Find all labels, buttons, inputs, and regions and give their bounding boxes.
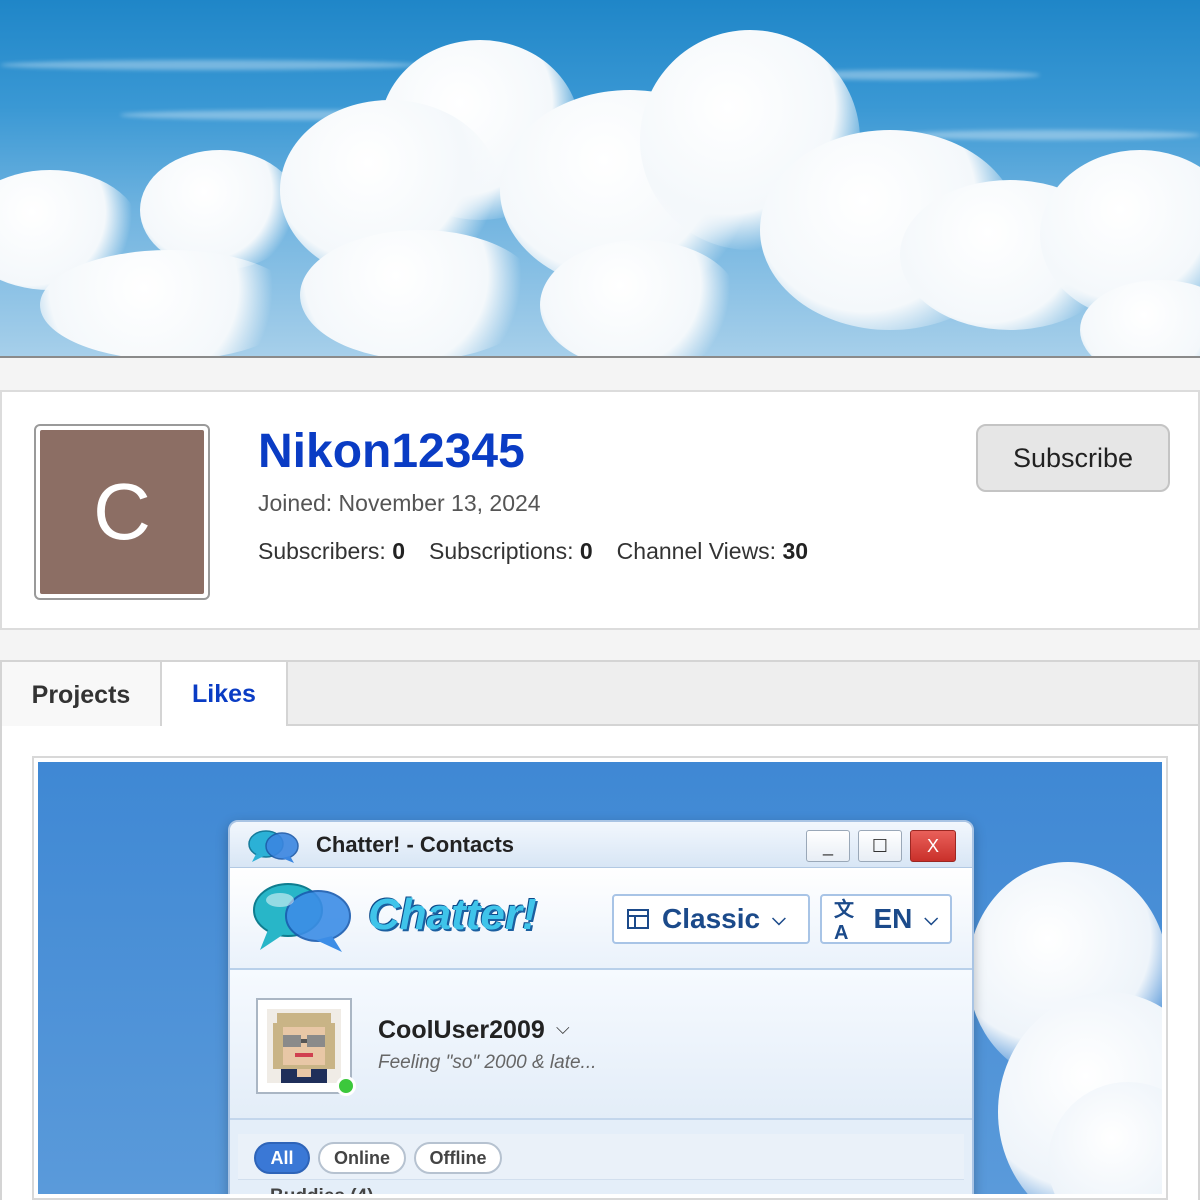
tabs-bar: Projects Likes — [0, 660, 1200, 728]
window-titlebar[interactable]: Chatter! - Contacts _ ☐ X — [230, 822, 972, 868]
contact-filters: All Online Offline — [238, 1134, 964, 1180]
cloud — [540, 240, 740, 356]
buddies-group-label[interactable]: Buddies (4) — [270, 1186, 373, 1194]
project-preview: Chatter! - Contacts _ ☐ X Chatter! Class… — [38, 762, 1162, 1194]
cloud-streak — [0, 60, 420, 70]
user-status-message[interactable]: Feeling "so" 2000 & late... — [378, 1052, 596, 1074]
tab-projects[interactable]: Projects — [2, 662, 162, 728]
user-display-name[interactable]: CoolUser2009 — [378, 1016, 545, 1045]
online-status-dot — [336, 1076, 356, 1096]
joined-date: Joined: November 13, 2024 — [258, 490, 541, 516]
stat-subscribers: Subscribers: 0 — [258, 538, 406, 564]
subscribe-button[interactable]: Subscribe — [976, 424, 1170, 492]
language-dropdown[interactable]: 文A EN ⌵ — [820, 894, 952, 944]
chatter-header: Chatter! Classic ⌵ 文A EN ⌵ — [230, 868, 972, 970]
user-profile-area: CoolUser2009 ⌵ Feeling "so" 2000 & late.… — [230, 970, 972, 1120]
view-mode-label: Classic — [662, 903, 761, 934]
channel-stats: Subscribers: 0 Subscriptions: 0 Channel … — [258, 538, 808, 565]
view-mode-dropdown[interactable]: Classic ⌵ — [612, 894, 810, 944]
channel-username[interactable]: Nikon12345 — [258, 424, 525, 479]
stat-channel-views: Channel Views: 30 — [616, 538, 809, 564]
maximize-button[interactable]: ☐ — [858, 830, 902, 862]
user-avatar-pixel-art — [267, 1009, 341, 1083]
minimize-button[interactable]: _ — [806, 830, 850, 862]
window-title: Chatter! - Contacts — [316, 832, 515, 857]
chevron-down-icon[interactable]: ⌵ — [556, 1018, 570, 1039]
chatter-window: Chatter! - Contacts _ ☐ X Chatter! Class… — [228, 820, 974, 1194]
profile-card: C Nikon12345 Joined: November 13, 2024 S… — [0, 390, 1200, 630]
filter-all[interactable]: All — [254, 1142, 310, 1174]
filter-offline[interactable]: Offline — [414, 1142, 502, 1174]
stat-subscriptions: Subscriptions: 0 — [429, 538, 593, 564]
close-button[interactable]: X — [910, 830, 956, 862]
avatar-frame: C — [34, 424, 210, 600]
language-label: EN — [873, 903, 913, 934]
chevron-down-icon: ⌵ — [772, 908, 786, 929]
project-thumbnail[interactable]: Chatter! - Contacts _ ☐ X Chatter! Class… — [32, 756, 1168, 1200]
chevron-down-icon: ⌵ — [924, 908, 938, 929]
tab-likes[interactable]: Likes — [162, 662, 288, 726]
layout-icon — [627, 909, 649, 929]
channel-banner — [0, 0, 1200, 358]
cloud — [300, 230, 540, 356]
avatar[interactable]: C — [40, 430, 204, 594]
translate-icon: 文A — [834, 899, 854, 944]
filter-online[interactable]: Online — [318, 1142, 406, 1174]
chatter-logo-text: Chatter! — [368, 890, 537, 939]
chat-bubbles-icon — [248, 830, 299, 863]
chatter-logo-icon — [253, 883, 351, 952]
cloud — [40, 250, 300, 356]
